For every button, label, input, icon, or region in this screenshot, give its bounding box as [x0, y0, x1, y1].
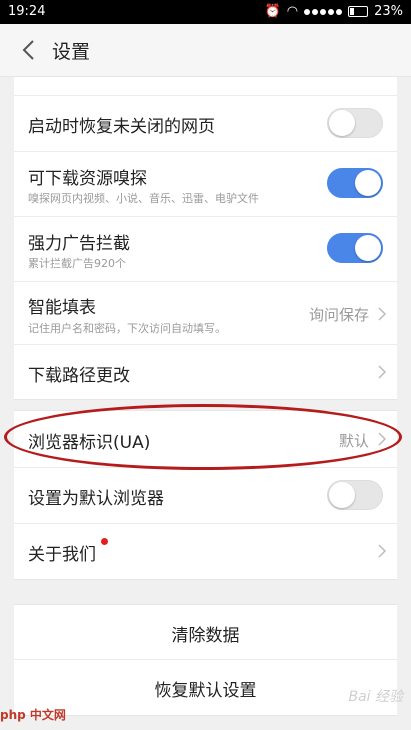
- setting-default-browser[interactable]: 设置为默认浏览器: [14, 468, 397, 524]
- battery-percent: 23%: [374, 4, 403, 19]
- back-arrow-icon[interactable]: [16, 36, 44, 64]
- status-icons: ⏰ ◠ 23%: [265, 4, 403, 19]
- ad-block-toggle[interactable]: [327, 233, 383, 263]
- restore-defaults-button[interactable]: 恢复默认设置: [14, 660, 397, 715]
- highlight-ellipse: [4, 404, 402, 470]
- setting-subtitle: 嗅探网页内视频、小说、音乐、迅雷、电驴文件: [28, 192, 259, 205]
- alarm-icon: ⏰: [264, 4, 281, 19]
- chevron-right-icon: [378, 365, 387, 379]
- chevron-right-icon: [378, 544, 387, 558]
- setting-download-path[interactable]: 下载路径更改: [14, 345, 397, 399]
- header-bar: 设置: [0, 24, 411, 77]
- baidu-watermark: Bai 经验: [348, 689, 403, 705]
- signal-icon: [304, 8, 343, 15]
- resource-sniff-toggle[interactable]: [327, 168, 383, 198]
- setting-label: 关于我们: [28, 545, 96, 565]
- setting-label: 强力广告拦截: [28, 234, 130, 254]
- setting-about[interactable]: 关于我们: [14, 524, 397, 579]
- setting-label: 下载路径更改: [28, 366, 130, 386]
- setting-resource-sniff[interactable]: 可下载资源嗅探 嗅探网页内视频、小说、音乐、迅雷、电驴文件: [14, 152, 397, 217]
- setting-subtitle: 记住用户名和密码，下次访问自动填写。: [28, 322, 226, 335]
- notification-badge: [101, 538, 108, 545]
- status-bar: 19:24 ⏰ ◠ 23%: [0, 0, 411, 24]
- settings-group-actions: 清除数据 恢复默认设置: [14, 604, 397, 716]
- setting-restore-tabs[interactable]: 启动时恢复未关闭的网页: [14, 96, 397, 152]
- button-label: 恢复默认设置: [154, 681, 257, 701]
- settings-group-browsing: 启动时恢复未关闭的网页 可下载资源嗅探 嗅探网页内视频、小说、音乐、迅雷、电驴文…: [14, 76, 397, 400]
- button-label: 清除数据: [171, 626, 240, 646]
- setting-ad-block[interactable]: 强力广告拦截 累计拦截广告920个: [14, 217, 397, 282]
- list-item-partial: [14, 77, 397, 96]
- setting-autofill[interactable]: 智能填表 记住用户名和密码，下次访问自动填写。 询问保存: [14, 282, 397, 345]
- setting-value: 询问保存: [308, 306, 369, 324]
- setting-subtitle: 累计拦截广告920个: [28, 257, 126, 270]
- setting-label: 可下载资源嗅探: [28, 169, 147, 189]
- default-browser-toggle[interactable]: [327, 480, 383, 510]
- chevron-right-icon: [378, 307, 387, 321]
- setting-label: 启动时恢复未关闭的网页: [28, 117, 215, 137]
- setting-label: 设置为默认浏览器: [28, 489, 164, 509]
- restore-tabs-toggle[interactable]: [327, 108, 383, 138]
- page-title: 设置: [52, 41, 91, 63]
- battery-icon: [348, 6, 369, 17]
- setting-label: 智能填表: [28, 298, 96, 318]
- clear-data-button[interactable]: 清除数据: [14, 605, 397, 660]
- wifi-icon: ◠: [286, 4, 299, 19]
- php-watermark: php 中文网: [0, 708, 66, 722]
- status-time: 19:24: [8, 4, 46, 19]
